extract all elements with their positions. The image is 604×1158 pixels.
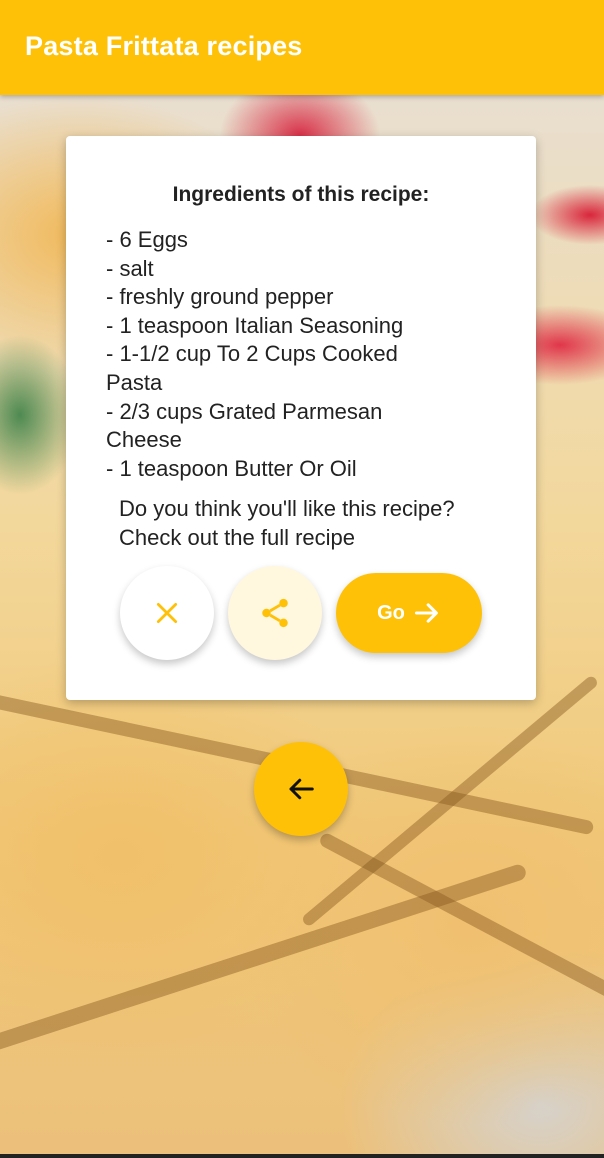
ingredient-item: - 1-1/2 cup To 2 Cups Cooked Pasta [106, 341, 398, 395]
ingredient-item: - 2/3 cups Grated Parmesan Cheese [106, 398, 383, 453]
ingredients-dialog: Ingredients of this recipe: - 6 Eggs - s… [66, 136, 536, 700]
share-icon [262, 598, 288, 628]
ingredient-item: - freshly ground pepper [106, 284, 334, 310]
go-button-label: Go [377, 601, 405, 624]
app-title: Pasta Frittata recipes [25, 31, 303, 61]
ingredient-item: - 1 teaspoon Butter Or Oil [106, 455, 357, 481]
back-button[interactable] [254, 742, 348, 836]
ingredient-item: - salt [106, 255, 154, 281]
arrow-left-icon [289, 778, 314, 800]
close-button[interactable] [120, 566, 214, 660]
ingredient-item: - 1 teaspoon Italian Seasoning [106, 312, 404, 338]
go-button[interactable]: Go [336, 573, 482, 653]
share-button[interactable] [228, 566, 322, 660]
dialog-question: Do you think you'll like this recipe? Ch… [119, 496, 455, 550]
arrow-right-icon [414, 603, 438, 623]
app-bar: Pasta Frittata recipes [0, 0, 604, 95]
close-icon [156, 602, 178, 624]
dialog-heading: Ingredients of this recipe: [172, 183, 430, 206]
ingredient-item: - 6 Eggs [106, 227, 188, 252]
nav-bar-edge [0, 1154, 604, 1158]
ingredient-list: - 6 Eggs - salt - freshly ground pepper … [106, 226, 436, 483]
